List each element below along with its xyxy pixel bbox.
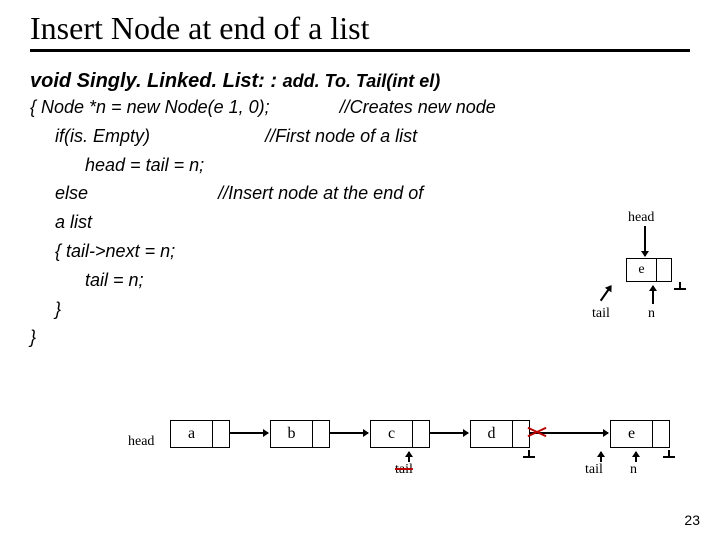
arrow-up-icon <box>408 452 410 462</box>
class-name: Singly. Linked. List: : <box>77 70 283 92</box>
code-line-8: } <box>30 327 36 347</box>
page-number: 23 <box>684 512 700 528</box>
arrow-down-icon <box>644 226 646 256</box>
arrow-right-icon <box>230 432 268 434</box>
strike-icon <box>527 425 547 439</box>
comment-1: //Creates new node <box>340 97 496 117</box>
code-line-2: if(is. Empty) <box>55 126 150 146</box>
slide: Insert Node at end of a list void Singly… <box>0 0 720 540</box>
node-pointer <box>213 421 229 447</box>
comment-2: //First node of a list <box>265 126 417 146</box>
null-icon <box>523 450 535 466</box>
code-line-3: head = tail = n; <box>85 155 204 175</box>
tail-new-label: tail <box>585 462 603 478</box>
node-pointer <box>413 421 429 447</box>
node-e: e <box>610 420 670 448</box>
node-value: c <box>371 421 413 447</box>
code-line-4a: else <box>55 183 88 203</box>
tail-old-label: tail <box>395 462 413 478</box>
node-value: e <box>627 259 657 281</box>
n-label: n <box>648 306 655 322</box>
slide-title: Insert Node at end of a list <box>30 10 690 52</box>
code-line-7: } <box>55 299 61 319</box>
code-line-1: { Node *n = new Node(e 1, 0); <box>30 97 270 117</box>
arrow-up-icon <box>600 452 602 462</box>
diagram-linked-list: head a b c d e tail tail n <box>110 410 670 500</box>
return-type: void <box>30 70 77 92</box>
tail-label: tail <box>592 306 610 322</box>
code-line-5: { tail->next = n; <box>55 241 175 261</box>
comment-4c: a list <box>55 212 92 232</box>
head-label: head <box>128 434 154 450</box>
node-box: e <box>626 258 672 282</box>
node-value: e <box>611 421 653 447</box>
head-label: head <box>628 210 654 226</box>
node-pointer <box>313 421 329 447</box>
arrow-up-icon <box>635 452 637 462</box>
node-b: b <box>270 420 330 448</box>
function-signature: void Singly. Linked. List: : add. To. Ta… <box>30 70 690 93</box>
arrow-right-icon <box>430 432 468 434</box>
node-value: a <box>171 421 213 447</box>
code-line-6: tail = n; <box>85 270 144 290</box>
method-name: add. To. Tail(int el) <box>283 71 441 91</box>
node-value: d <box>471 421 513 447</box>
node-value: b <box>271 421 313 447</box>
node-d: d <box>470 420 530 448</box>
node-pointer <box>653 421 669 447</box>
node-c: c <box>370 420 430 448</box>
comment-4: //Insert node at the end of <box>218 183 423 203</box>
arrow-up-icon <box>652 286 654 304</box>
arrow-up-icon <box>600 285 612 301</box>
node-a: a <box>170 420 230 448</box>
null-icon <box>663 450 675 466</box>
n-label: n <box>630 462 637 478</box>
diagram-single-node: head e tail n <box>580 210 690 340</box>
arrow-right-icon <box>330 432 368 434</box>
null-icon <box>674 286 686 302</box>
node-pointer <box>657 259 671 281</box>
